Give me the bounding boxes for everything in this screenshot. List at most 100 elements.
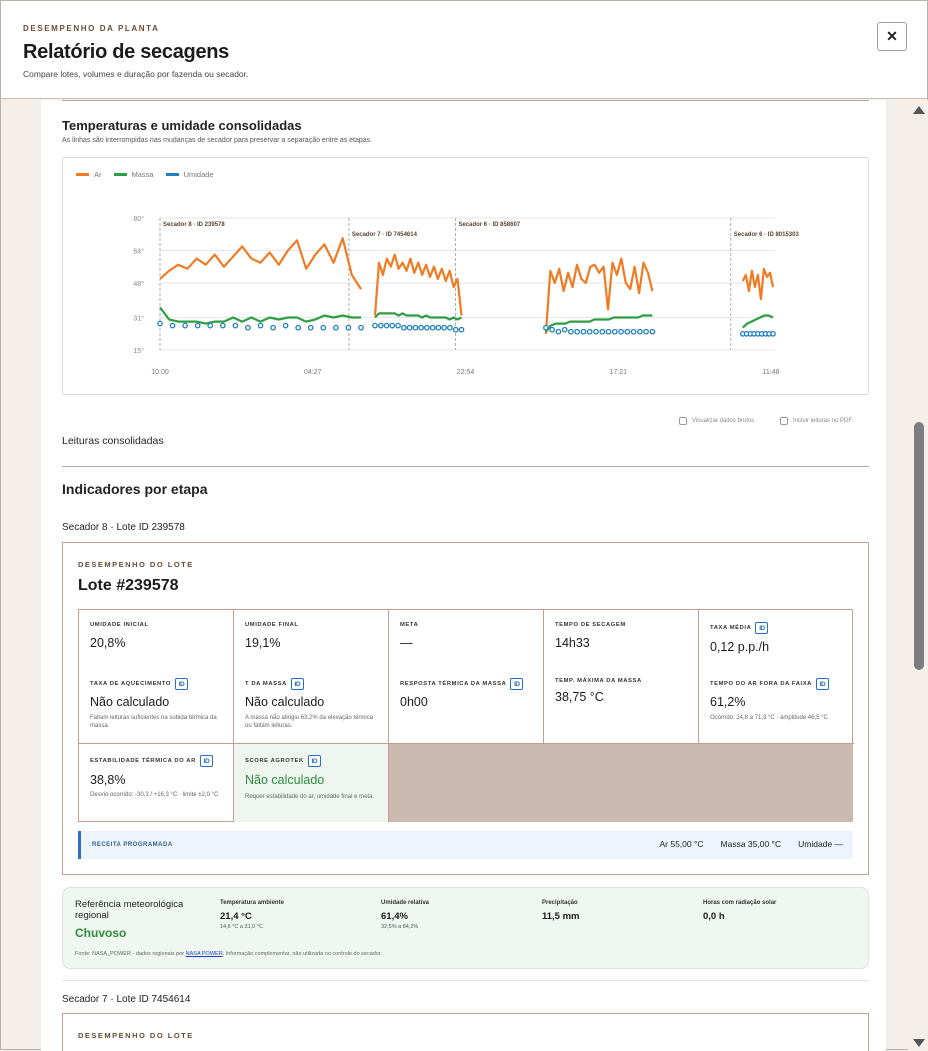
- weather-value: 61,4%: [381, 911, 408, 922]
- metric-value: 14h33: [555, 636, 590, 650]
- series-point-umidade: [295, 324, 302, 331]
- series-point-umidade: [637, 328, 643, 335]
- series-point-umidade: [245, 324, 251, 331]
- series-point-umidade: [395, 322, 401, 329]
- info-icon[interactable]: ID: [199, 755, 213, 767]
- report-modal: DESEMPENHO DA PLANTA Relatório de secage…: [0, 0, 928, 1051]
- metric-umidade-final: UMIDADE FINAL 19,1% T DA MASSA ID Não cal…: [234, 610, 389, 744]
- divider: [62, 100, 869, 101]
- series-point-umidade: [418, 324, 424, 331]
- series-point-umidade: [429, 324, 436, 331]
- metric-label-taxa-media: TAXA MÉDIA ID: [710, 622, 769, 634]
- series-point-umidade: [358, 324, 364, 331]
- series-point-umidade: [543, 324, 549, 331]
- metric-label: UMIDADE FINAL: [245, 622, 299, 628]
- weather-title: Referência meteorológica regional: [75, 899, 184, 921]
- weather-label: Horas com radiação solar: [703, 900, 777, 906]
- metric-label-text: TAXA MÉDIA: [710, 625, 752, 631]
- metric-label-text: TEMPO DO AR FORA DA FAIXA: [710, 681, 812, 687]
- series-point-umidade: [618, 328, 624, 335]
- info-icon[interactable]: ID: [290, 678, 304, 690]
- series-point-umidade: [561, 326, 568, 333]
- metric-label-tempo-ar-fora: TEMPO DO AR FORA DA FAIXA ID: [710, 678, 829, 690]
- weather-reference-card: Referência meteorológica regional Chuvos…: [62, 887, 869, 969]
- series-point-umidade: [219, 322, 226, 329]
- scrollbar-thumb[interactable]: [914, 422, 924, 670]
- series-point-umidade: [549, 326, 555, 333]
- series-point-umidade: [458, 326, 465, 333]
- series-point-umidade: [157, 320, 163, 327]
- series-point-umidade: [441, 324, 448, 331]
- metric-value: 38,75 °C: [555, 690, 604, 704]
- temperature-chart-card: 80° 64° 48° 31° 15° 10:00 04:27 22:54 17:21 11:48…: [62, 157, 869, 395]
- series-point-umidade: [643, 328, 649, 335]
- info-icon[interactable]: ID: [510, 678, 524, 690]
- metric-label-text: SCORE AGROTEK: [245, 758, 304, 764]
- metric-label: TEMP. MÁXIMA DA MASSA: [555, 678, 642, 684]
- metric-note: Faltam leituras suficientes na subida té…: [90, 715, 217, 729]
- raw-data-checkbox[interactable]: [679, 417, 687, 425]
- metric-note: Ocorrido: 24,8 a 71,3 °C · amplitude 46,…: [710, 715, 828, 721]
- info-icon[interactable]: ID: [815, 678, 829, 690]
- y-tick-label: 80°: [133, 215, 144, 223]
- metric-estabilidade: ESTABILIDADE TÉRMICA DO AR ID 38,8% Desvi…: [79, 744, 234, 822]
- y-tick-label: 48°: [133, 280, 144, 288]
- weather-range: 32,5% a 84,2%: [381, 924, 419, 930]
- metric-label-text: TAXA DE AQUECIMENTO: [90, 681, 171, 687]
- metric-value: Não calculado: [90, 695, 170, 709]
- segment-marker-label: Secador 8 · ID 239578: [163, 222, 225, 228]
- series-line-massa: [374, 312, 462, 321]
- series-point-umidade: [257, 322, 264, 329]
- series-point-umidade: [333, 324, 339, 331]
- metric-value: 0,12 p.p./h: [710, 640, 770, 654]
- scroll-down-icon[interactable]: [913, 1039, 925, 1047]
- close-button[interactable]: ✕: [877, 22, 907, 51]
- weather-humidity: Umidade relativa 61,4% 32,5% a 84,2%: [381, 900, 429, 930]
- metric-note: A massa não atingiu 63,2% da elevação té…: [245, 715, 374, 729]
- series-point-umidade: [580, 328, 587, 335]
- series-point-umidade: [586, 328, 593, 335]
- series-point-umidade: [630, 328, 637, 335]
- weather-precipitation: Precipitação 11,5 mm: [542, 900, 580, 922]
- metric-value: Não calculado: [245, 695, 325, 709]
- pdf-readings-checkbox[interactable]: [780, 417, 788, 425]
- y-tick-label: 64°: [133, 247, 144, 255]
- scroll-up-icon[interactable]: [913, 106, 925, 114]
- series-point-umidade: [389, 322, 396, 329]
- metric-label: TEMPO DE SECAGEM: [555, 622, 626, 628]
- weather-label: Temperatura ambiente: [220, 900, 284, 906]
- x-tick-label: 10:00: [151, 369, 169, 376]
- metric-tempo-secagem: TEMPO DE SECAGEM 14h33 TEMP. MÁXIMA DA M…: [544, 610, 699, 744]
- metric-umidade-inicial: UMIDADE INICIAL 20,8% TAXA DE AQUECIMENT…: [79, 610, 234, 744]
- segment-marker-label: Secador 6 · ID 858607: [458, 222, 520, 228]
- series-line-ar: [741, 267, 775, 301]
- series-point-umidade: [372, 322, 378, 329]
- pdf-readings-toggle[interactable]: Incluir leituras no PDF: [780, 417, 852, 425]
- series-point-umidade: [624, 328, 631, 335]
- series-point-umidade: [182, 322, 188, 329]
- divider: [62, 466, 869, 467]
- raw-data-label: Visualizar dados brutos: [692, 418, 755, 424]
- close-icon: ✕: [886, 28, 898, 44]
- series-point-umidade: [599, 328, 606, 335]
- series-point-umidade: [568, 328, 574, 335]
- series-line-ar: [373, 253, 463, 316]
- segment-marker-label: Secador 7 · ID 7454614: [352, 232, 418, 238]
- stage-title: Secador 8 · Lote ID 239578: [62, 522, 185, 533]
- metric-label-text: ESTABILIDADE TÉRMICA DO AR: [90, 758, 196, 764]
- series-point-umidade: [307, 324, 314, 331]
- indicators-title: Indicadores por etapa: [62, 481, 208, 497]
- nasa-power-link[interactable]: NASA POWER: [186, 951, 223, 957]
- metric-label: META: [400, 622, 419, 628]
- info-icon[interactable]: ID: [755, 622, 769, 634]
- scrollbar[interactable]: [908, 100, 928, 1051]
- info-icon[interactable]: ID: [174, 678, 188, 690]
- metric-value: Não calculado: [245, 773, 325, 787]
- info-icon[interactable]: ID: [307, 755, 321, 767]
- raw-data-toggle[interactable]: Visualizar dados brutos: [679, 417, 754, 425]
- series-line-ar: [159, 237, 362, 290]
- legend-label-umidade: Umidade: [183, 170, 214, 179]
- weather-solar-hours: Horas com radiação solar 0,0 h: [703, 900, 776, 922]
- page-subtitle: Compare lotes, volumes e duração por faz…: [23, 69, 249, 79]
- weather-temperature: Temperatura ambiente 21,4 °C 14,6 °C a 3…: [220, 900, 284, 930]
